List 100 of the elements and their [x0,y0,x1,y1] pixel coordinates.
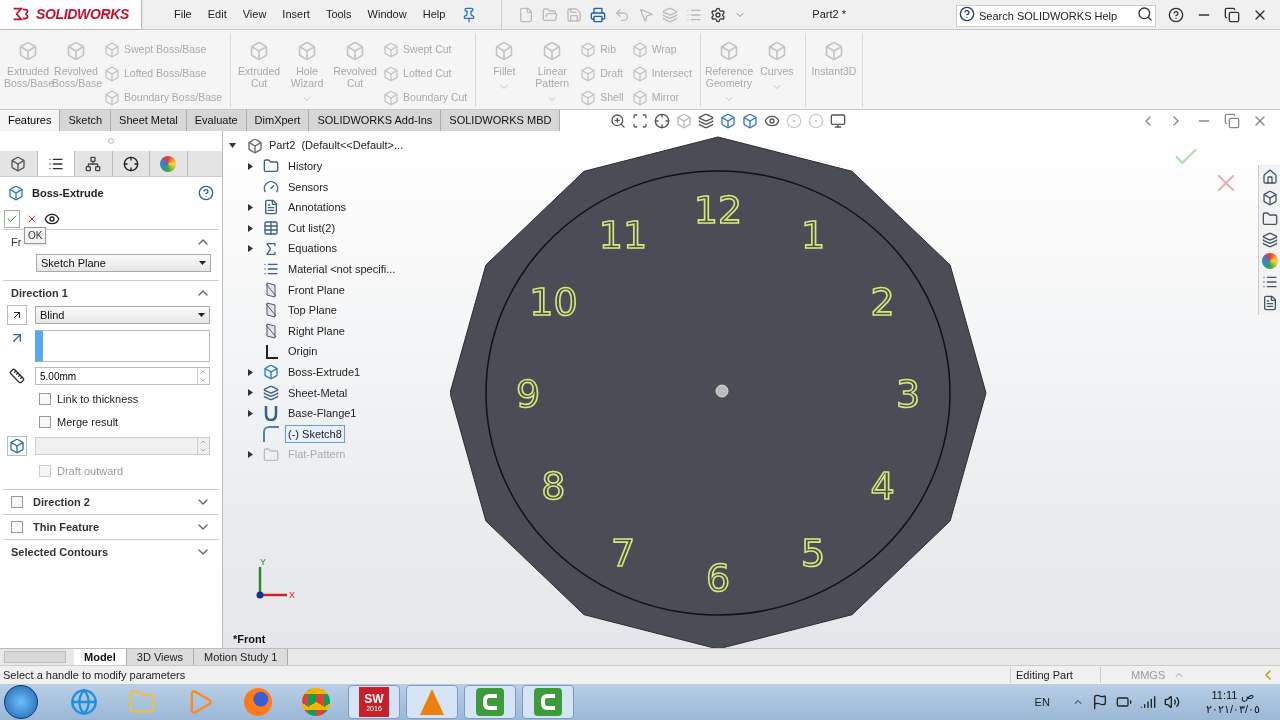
draft-icon[interactable] [7,436,27,456]
panel-tab[interactable] [37,151,75,176]
preview-icon[interactable] [44,211,60,227]
camtasia-icon[interactable] [476,688,504,716]
expand-icon[interactable] [247,162,254,170]
color-wheel-icon[interactable] [1261,253,1278,269]
display-style-icon[interactable] [742,112,759,129]
tree-item[interactable]: Material <not specifi... [285,260,399,279]
folder-icon[interactable] [1261,211,1278,227]
taskbar-button[interactable] [406,685,458,719]
tree-item[interactable]: Cut list(2) [285,218,339,238]
command-icon [383,89,400,106]
clock-date[interactable]: ٢٠٢١/٠٣/٠٥ [1205,702,1260,716]
menu-item[interactable]: File [166,6,200,23]
tree-item[interactable]: Annotations [285,198,350,217]
clock-period[interactable]: ص [1241,688,1255,702]
list-icon[interactable] [1261,274,1278,290]
checkbox[interactable] [39,393,51,405]
browser-icon[interactable] [244,688,272,716]
section-title[interactable]: Direction 1 [11,284,68,302]
checkbox[interactable] [11,496,23,508]
help-icon[interactable] [1168,6,1184,23]
view-settings-icon[interactable] [830,112,847,129]
sigma-icon [263,240,279,257]
print-icon[interactable] [590,6,607,23]
tree-item[interactable]: Sheet-Metal [285,383,351,403]
dynamic-annotation-icon[interactable] [698,112,715,129]
collapse-icon[interactable] [229,142,236,149]
signal-icon[interactable] [1139,694,1156,710]
start-button[interactable] [4,685,38,719]
taskbar-button[interactable] [464,685,516,719]
selection-box[interactable] [35,330,210,362]
restore-icon[interactable] [1224,6,1240,23]
dropdown[interactable]: Blind [35,306,210,324]
part-icon[interactable] [1261,190,1278,206]
section-title[interactable]: Direction 2 [33,493,90,511]
zoom-icon[interactable] [610,112,627,129]
search-field[interactable]: Search SOLIDWORKS Help [956,4,1156,27]
tree-item[interactable]: Part2 (Default<<Default>... [269,137,404,154]
section-title[interactable]: Fr [11,233,22,251]
tree-item[interactable]: Top Plane [285,301,340,320]
tree-item[interactable]: Origin [285,342,321,361]
zoom-area-icon[interactable] [632,112,649,129]
camtasia-icon[interactable] [534,688,562,716]
tree-item[interactable]: History [285,157,326,176]
app-logo[interactable]: SOLIDWORKS [0,0,142,30]
checkbox[interactable] [39,416,51,428]
tree-item[interactable]: Base-Flange1 [285,404,360,423]
model-tab[interactable]: Model [74,648,127,666]
model-tab[interactable]: Motion Study 1 [194,648,289,666]
checkbox[interactable] [11,521,23,533]
settings-icon[interactable] [710,6,727,23]
tree-item[interactable]: Right Plane [285,321,348,341]
menu-item[interactable]: Help [414,6,454,23]
menu-item[interactable]: Edit [199,6,235,23]
dropdown[interactable]: Sketch Plane [36,254,211,272]
command-tab[interactable]: SOLIDWORKS MBD [441,110,561,131]
view-orientation-icon[interactable] [720,112,737,129]
language-indicator[interactable]: EN [1034,693,1050,711]
menu-item[interactable]: Tools [317,6,360,23]
command-tab[interactable]: SOLIDWORKS Add-Ins [309,110,442,131]
menu-item[interactable]: Insert [274,6,318,23]
command-tab[interactable]: Sketch [60,110,112,131]
folder-icon [263,158,279,175]
tree-item[interactable]: Sensors [285,177,332,197]
help-icon[interactable] [198,185,214,201]
command-tab[interactable]: Evaluate [186,110,247,131]
menu-item[interactable]: Window [359,6,415,23]
clock-time[interactable]: 11:11 [1211,688,1238,702]
volume-icon[interactable] [1163,694,1180,710]
expand-icon[interactable] [247,204,254,211]
ok-button[interactable] [4,210,20,228]
expand-icon[interactable] [247,245,254,253]
command-tab[interactable]: Sheet Metal [111,110,187,131]
expand-icon[interactable] [247,389,254,397]
battery-icon[interactable] [1115,694,1132,710]
expand-icon[interactable] [247,451,254,459]
expand-icon[interactable] [247,224,254,232]
section-title[interactable]: Thin Feature [33,518,99,536]
section-title[interactable]: Selected Contours [11,543,109,561]
taskbar-button[interactable] [522,685,574,719]
clock-numeral: 5 [800,531,826,576]
expand-icon[interactable] [247,409,254,417]
document-icon[interactable] [1261,295,1278,311]
flag-icon[interactable] [1091,694,1108,710]
home-icon[interactable] [1261,169,1278,185]
tree-item[interactable]: (-) Sketch8 [285,424,345,444]
browser-icon[interactable] [302,688,330,716]
command-tab[interactable]: DimXpert [246,110,310,131]
reverse-direction-icon[interactable] [7,305,27,325]
library-icon[interactable] [1261,232,1278,248]
menu-item[interactable]: View [234,6,275,23]
tree-item[interactable]: Front Plane [285,280,348,300]
tree-item[interactable]: Boss-Extrude1 [285,363,364,382]
previous-view-icon[interactable] [654,112,671,129]
command-tab[interactable]: Features [0,110,61,131]
expand-icon[interactable] [247,368,254,376]
cancel-icon[interactable] [26,213,38,225]
tree-item[interactable]: Equations [285,239,340,258]
model-tab[interactable]: 3D Views [126,648,195,666]
